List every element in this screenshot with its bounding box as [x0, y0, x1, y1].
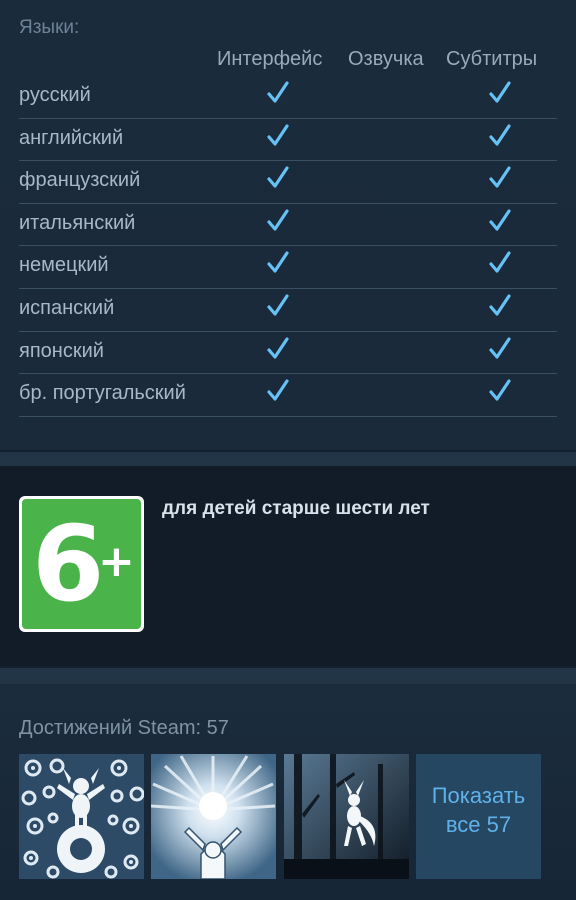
- interface-check-icon: [267, 250, 289, 276]
- achievement-forest-creature-icon[interactable]: [284, 754, 409, 879]
- language-name: итальянский: [19, 211, 136, 234]
- subtitles-check-icon: [489, 293, 511, 319]
- interface-check-icon: [267, 293, 289, 319]
- language-row: итальянский: [19, 204, 557, 247]
- language-row: русский: [19, 76, 557, 119]
- subtitles-check-icon: [489, 165, 511, 191]
- column-header-subtitles: Субтитры: [446, 48, 538, 70]
- interface-check-icon: [267, 378, 289, 404]
- language-name: бр. португальский: [19, 382, 186, 405]
- age-rating-number: 6: [32, 503, 105, 625]
- age-rating-description: для детей старше шести лет: [162, 498, 430, 519]
- interface-check-icon: [267, 208, 289, 234]
- language-name: русский: [19, 84, 91, 106]
- language-name: французский: [19, 169, 141, 192]
- show-all-label-line2: все 57: [445, 812, 512, 837]
- language-row: английский: [19, 119, 557, 162]
- language-name: английский: [19, 126, 124, 149]
- age-rating-plus: +: [98, 536, 135, 587]
- subtitles-check-icon: [489, 80, 511, 106]
- language-row: немецкий: [19, 246, 557, 289]
- age-rating-badge: 6 +: [19, 496, 144, 632]
- subtitles-check-icon: [489, 250, 511, 276]
- achievement-light-burst-icon[interactable]: [151, 754, 276, 879]
- subtitles-check-icon: [489, 208, 511, 234]
- language-name: испанский: [19, 296, 115, 319]
- interface-check-icon: [267, 80, 289, 106]
- interface-check-icon: [267, 123, 289, 149]
- subtitles-check-icon: [489, 336, 511, 362]
- subtitles-check-icon: [489, 378, 511, 404]
- section-divider: [0, 668, 576, 684]
- column-header-interface: Интерфейс: [217, 48, 323, 70]
- language-row: французский: [19, 161, 557, 204]
- interface-check-icon: [267, 165, 289, 191]
- language-row: бр. португальский: [19, 374, 557, 417]
- section-divider: [0, 452, 576, 466]
- language-row: японский: [19, 332, 557, 375]
- language-name: японский: [19, 339, 104, 362]
- subtitles-check-icon: [489, 123, 511, 149]
- language-name: немецкий: [19, 254, 109, 277]
- interface-check-icon: [267, 336, 289, 362]
- languages-table: русский английский французский итальянский н…: [19, 76, 557, 417]
- achievements-title: Достижений Steam: 57: [19, 717, 229, 739]
- show-all-label-line1: Показать: [431, 783, 526, 808]
- achievement-spirit-circles-icon[interactable]: [19, 754, 144, 879]
- age-rating-badge-fill: 6 +: [22, 499, 141, 629]
- languages-title: Языки:: [19, 17, 80, 38]
- column-header-audio: Озвучка: [348, 48, 424, 70]
- language-row: испанский: [19, 289, 557, 332]
- show-all-achievements-button[interactable]: Показать все 57: [416, 754, 541, 879]
